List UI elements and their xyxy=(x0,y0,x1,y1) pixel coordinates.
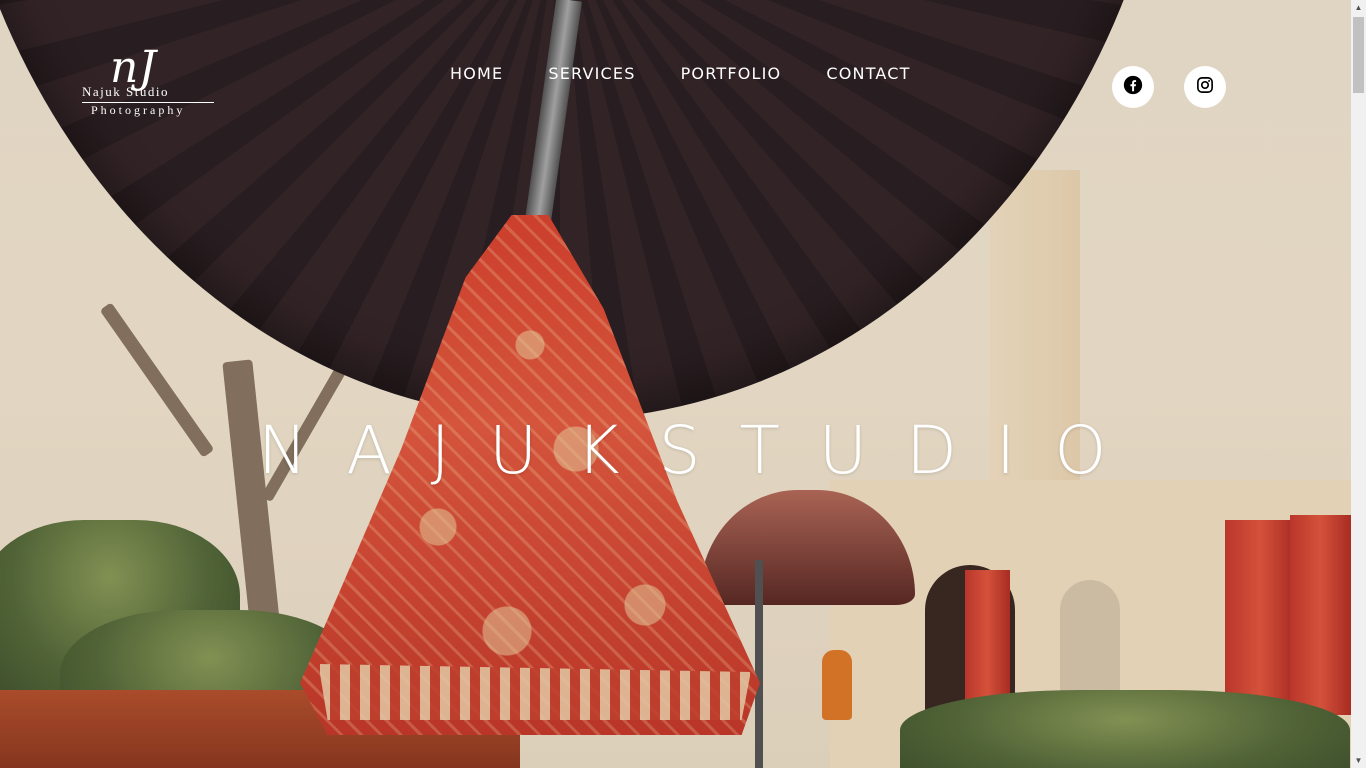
nav-contact[interactable]: CONTACT xyxy=(826,64,910,83)
logo-wordmark: Najuk Studio xyxy=(82,84,169,99)
nav-services[interactable]: SERVICES xyxy=(548,64,635,83)
facebook-icon xyxy=(1123,75,1143,100)
logo-tagline: Photography xyxy=(91,103,186,117)
scroll-down-arrow-icon[interactable]: ▼ xyxy=(1351,753,1366,768)
scrollbar-thumb[interactable] xyxy=(1353,17,1364,93)
nav-home[interactable]: HOME xyxy=(450,64,503,83)
scroll-up-arrow-icon[interactable]: ▲ xyxy=(1351,0,1366,15)
main-nav: HOME SERVICES PORTFOLIO CONTACT xyxy=(450,64,911,83)
facebook-button[interactable] xyxy=(1112,66,1154,108)
instagram-icon xyxy=(1196,76,1214,99)
page-scrollbar[interactable]: ▲ ▼ xyxy=(1351,0,1366,768)
logo[interactable]: nJ Najuk Studio Photography xyxy=(82,46,216,120)
nav-portfolio[interactable]: PORTFOLIO xyxy=(681,64,782,83)
hero-title: NAJUKSTUDIO xyxy=(258,412,1146,489)
instagram-button[interactable] xyxy=(1184,66,1226,108)
